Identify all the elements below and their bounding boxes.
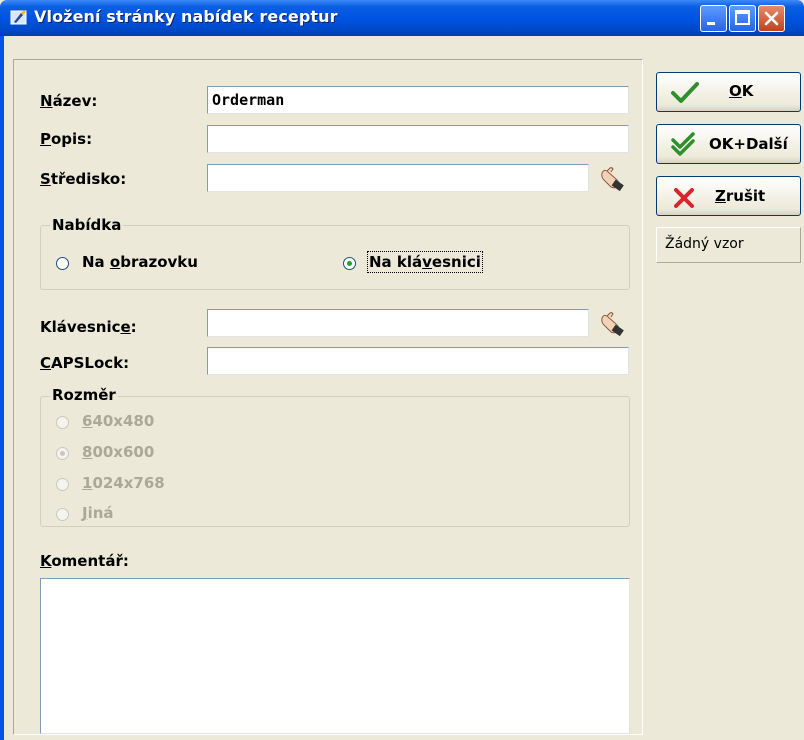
- radio-na-obrazovku-label[interactable]: Na obrazovku: [82, 253, 198, 271]
- stredisko-field[interactable]: [207, 164, 589, 192]
- stredisko-label: Středisko:: [40, 170, 127, 188]
- radio-800x600-label[interactable]: 800x600: [82, 443, 154, 461]
- nazev-label: Název:: [40, 92, 98, 110]
- klavesnice-field[interactable]: [207, 309, 589, 337]
- ok-button[interactable]: OK: [656, 72, 801, 112]
- ok-dalsi-button[interactable]: OK+Další: [656, 124, 801, 164]
- komentar-textarea[interactable]: [40, 578, 630, 734]
- window-title: Vložení stránky nabídek receptur: [34, 7, 338, 26]
- close-icon: [764, 11, 779, 26]
- ok-button-label: OK: [729, 82, 754, 100]
- nabidka-legend: Nabídka: [50, 216, 124, 234]
- radio-na-klavesnici[interactable]: [343, 257, 356, 270]
- popis-field[interactable]: [207, 125, 629, 153]
- popis-label: Popis:: [40, 130, 93, 148]
- maximize-icon: [735, 10, 750, 25]
- zadny-vzor-button-label: Žádný vzor: [665, 236, 744, 252]
- klavesnice-label: Klávesnice:: [40, 318, 137, 336]
- pick-hand-icon[interactable]: [596, 307, 626, 337]
- radio-640x480[interactable]: [56, 416, 69, 429]
- zrusit-button-label: Zrušit: [715, 187, 766, 205]
- radio-na-obrazovku[interactable]: [56, 257, 69, 270]
- radio-640x480-label[interactable]: 640x480: [82, 412, 154, 430]
- capslock-field[interactable]: [207, 347, 629, 375]
- komentar-label: Komentář:: [40, 552, 129, 570]
- nazev-field[interactable]: Orderman: [207, 86, 629, 114]
- capslock-label: CAPSLock:: [40, 354, 130, 372]
- pick-hand-icon[interactable]: [596, 162, 626, 192]
- radio-1024x768-label[interactable]: 1024x768: [82, 474, 165, 492]
- minimize-icon: [707, 22, 715, 25]
- cross-icon: [674, 188, 694, 208]
- zrusit-button[interactable]: Zrušit: [656, 176, 801, 216]
- minimize-button[interactable]: [700, 5, 727, 32]
- double-checkmark-icon: [671, 132, 695, 156]
- radio-800x600[interactable]: [56, 447, 69, 460]
- close-button[interactable]: [758, 5, 785, 32]
- checkmark-icon: [671, 82, 699, 103]
- app-icon: [10, 10, 27, 25]
- ok-dalsi-button-label: OK+Další: [709, 135, 788, 153]
- radio-jina[interactable]: [56, 508, 69, 521]
- rozmer-legend: Rozměr: [50, 386, 118, 404]
- radio-jina-label[interactable]: Jiná: [82, 504, 114, 522]
- zadny-vzor-button[interactable]: Žádný vzor: [656, 227, 801, 263]
- title-bar[interactable]: Vložení stránky nabídek receptur: [0, 0, 804, 36]
- maximize-button[interactable]: [729, 5, 756, 32]
- radio-1024x768[interactable]: [56, 478, 69, 491]
- radio-na-klavesnici-label[interactable]: Na klávesnici: [367, 251, 483, 273]
